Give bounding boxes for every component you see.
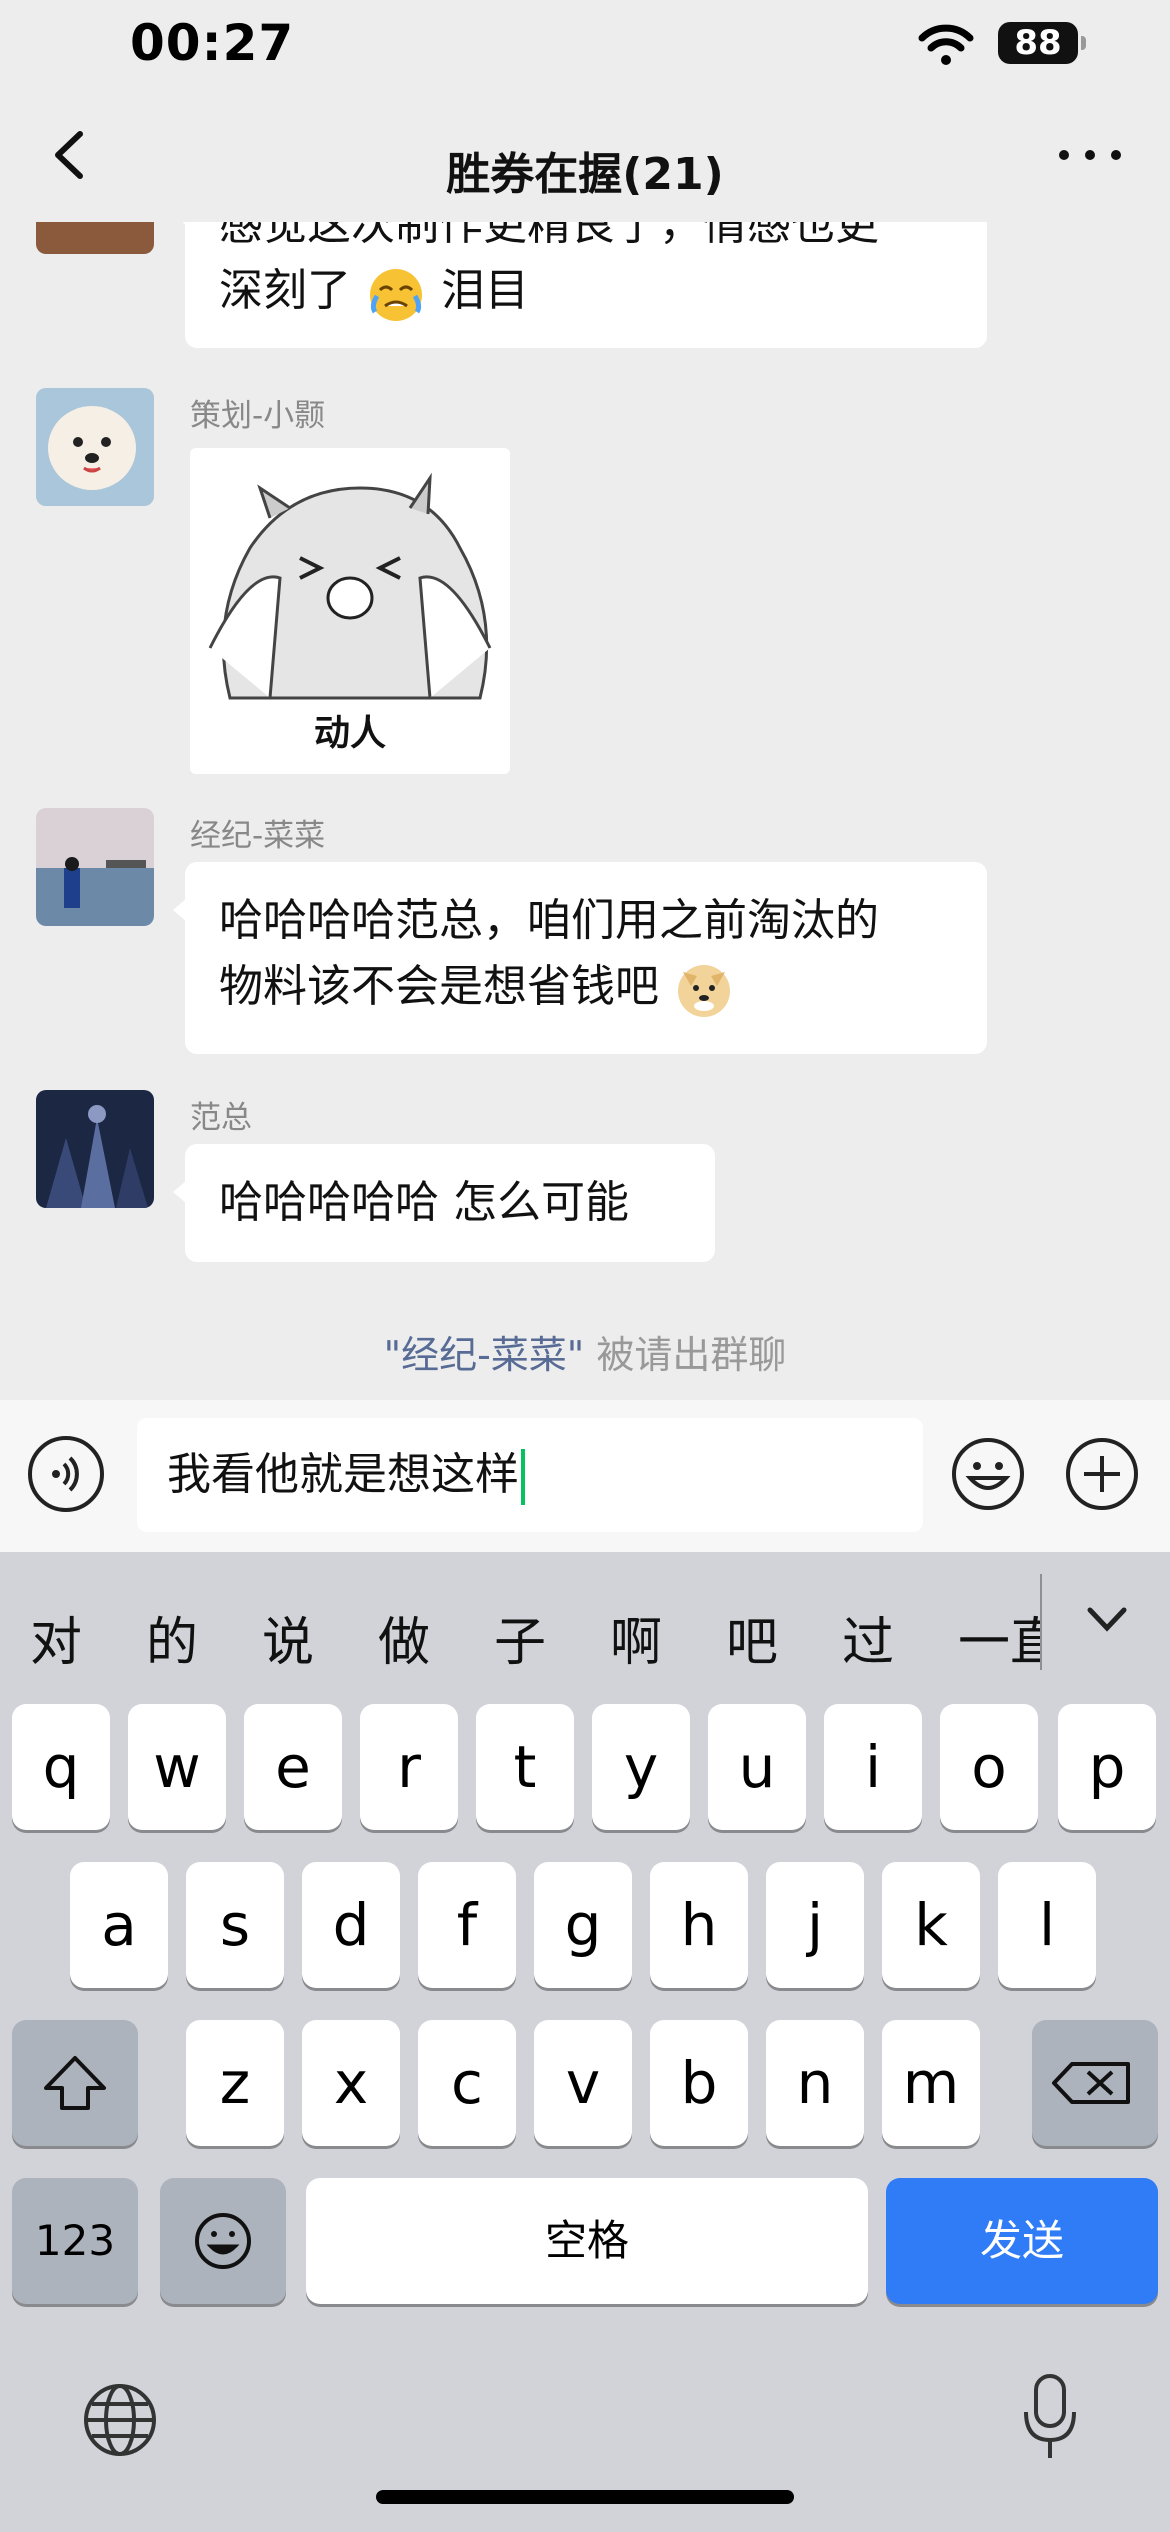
status-time: 00:27 <box>130 14 295 72</box>
candidate-word[interactable]: 一直 <box>958 1600 1040 1675</box>
home-indicator[interactable] <box>376 2490 794 2504</box>
key-j[interactable]: j <box>766 1862 864 1988</box>
key-o[interactable]: o <box>940 1704 1038 1830</box>
key-w[interactable]: w <box>128 1704 226 1830</box>
more-actions-plus-icon[interactable] <box>1064 1436 1140 1512</box>
message-text: 深刻了 <box>219 265 351 316</box>
smiley-icon <box>195 2213 251 2269</box>
key-y[interactable]: y <box>592 1704 690 1830</box>
key-s[interactable]: s <box>186 1862 284 1988</box>
key-q[interactable]: q <box>12 1704 110 1830</box>
globe-icon[interactable] <box>82 2382 158 2458</box>
key-r[interactable]: r <box>360 1704 458 1830</box>
chat-title: 胜券在握(21) <box>446 149 724 200</box>
key-l[interactable]: l <box>998 1862 1096 1988</box>
key-g[interactable]: g <box>534 1862 632 1988</box>
candidate-bar: 对 的 说 做 子 啊 吧 过 一直 <box>0 1552 1170 1702</box>
nav-bar: 胜券在握(21) <box>0 100 1170 222</box>
message-text: 哈哈哈哈哈 怎么可能 <box>219 1177 629 1228</box>
system-notice: "经纪-菜菜" 被请出群聊 <box>0 1324 1170 1379</box>
sender-name: 范总 <box>190 1100 252 1136</box>
chat-screen: 00:27 88 胜券在握(21) 感觉这次制作更精良了，情感也更 深刻了 泪目… <box>0 0 1170 2532</box>
backspace-icon <box>1052 2062 1130 2104</box>
candidate-word[interactable]: 子 <box>494 1600 546 1675</box>
mention-link[interactable]: "经纪-菜菜" <box>384 1333 585 1377</box>
candidate-word[interactable]: 对 <box>30 1600 82 1675</box>
candidate-word[interactable]: 吧 <box>726 1600 778 1675</box>
key-k[interactable]: k <box>882 1862 980 1988</box>
sender-name: 经纪-菜菜 <box>190 818 326 854</box>
message-text: 泪目 <box>441 265 529 316</box>
input-bar: 我看他就是想这样 <box>0 1400 1170 1552</box>
message-input[interactable]: 我看他就是想这样 <box>137 1418 923 1532</box>
sticker-image[interactable]: 动人 <box>190 448 510 774</box>
candidate-word[interactable]: 过 <box>842 1600 894 1675</box>
key-n[interactable]: n <box>766 2020 864 2146</box>
send-button[interactable]: 发送 <box>886 2178 1158 2304</box>
key-p[interactable]: p <box>1058 1704 1156 1830</box>
keyboard: 对 的 说 做 子 啊 吧 过 一直 q w e r t y u i o p a… <box>0 1552 1170 2532</box>
key-u[interactable]: u <box>708 1704 806 1830</box>
sticker-caption: 动人 <box>313 713 386 754</box>
key-e[interactable]: e <box>244 1704 342 1830</box>
emoji-picker-icon[interactable] <box>950 1436 1026 1512</box>
key-d[interactable]: d <box>302 1862 400 1988</box>
shift-arrow-icon <box>44 2056 106 2110</box>
wifi-icon <box>918 24 974 65</box>
more-options-icon[interactable] <box>1050 130 1130 180</box>
voice-wave-icon <box>52 1456 79 1492</box>
message-input-value: 我看他就是想这样 <box>167 1449 519 1500</box>
chevron-down-icon[interactable] <box>1082 1600 1132 1640</box>
candidate-word[interactable]: 啊 <box>610 1600 662 1675</box>
space-key[interactable]: 空格 <box>306 2178 868 2304</box>
message-bubble[interactable]: 感觉这次制作更精良了，情感也更 深刻了 泪目 <box>173 222 987 348</box>
numbers-key[interactable]: 123 <box>12 2178 138 2304</box>
candidate-word[interactable]: 做 <box>378 1600 430 1675</box>
message-bubble[interactable]: 哈哈哈哈范总，咱们用之前淘汰的 物料该不会是想省钱吧 <box>173 862 987 1054</box>
emoji-keyboard-key[interactable] <box>160 2178 286 2304</box>
key-z[interactable]: z <box>186 2020 284 2146</box>
key-b[interactable]: b <box>650 2020 748 2146</box>
message-text: 感觉这次制作更精良了，情感也更 <box>219 222 879 250</box>
movie-poster-avatar-icon <box>36 1090 154 1208</box>
avatar[interactable] <box>36 1090 154 1208</box>
key-c[interactable]: c <box>418 2020 516 2146</box>
candidate-word[interactable]: 说 <box>262 1600 314 1675</box>
key-h[interactable]: h <box>650 1862 748 1988</box>
key-f[interactable]: f <box>418 1862 516 1988</box>
key-a[interactable]: a <box>70 1862 168 1988</box>
text-caret <box>521 1449 525 1505</box>
doge-face-icon <box>678 965 730 1017</box>
backspace-key[interactable] <box>1032 2020 1158 2146</box>
message-text: 哈哈哈哈范总，咱们用之前淘汰的 <box>219 895 879 946</box>
crying-face-icon <box>370 269 422 321</box>
candidate-word[interactable]: 的 <box>146 1600 198 1675</box>
message-text: 物料该不会是想省钱吧 <box>219 961 659 1012</box>
key-m[interactable]: m <box>882 2020 980 2146</box>
key-t[interactable]: t <box>476 1704 574 1830</box>
message-bubble[interactable]: 哈哈哈哈哈 怎么可能 <box>173 1144 715 1262</box>
sender-name: 策划-小颢 <box>190 398 326 434</box>
candidate-divider <box>1040 1574 1042 1670</box>
key-v[interactable]: v <box>534 2020 632 2146</box>
message-list[interactable]: 感觉这次制作更精良了，情感也更 深刻了 泪目 策划-小颢 动人 经纪-菜菜 哈哈… <box>0 222 1170 1400</box>
key-i[interactable]: i <box>824 1704 922 1830</box>
sea-photo-avatar-icon <box>36 808 154 926</box>
voice-input-button[interactable] <box>28 1436 104 1512</box>
battery-indicator: 88 <box>998 22 1086 64</box>
avatar[interactable] <box>36 222 154 254</box>
microphone-icon[interactable] <box>1020 2372 1080 2464</box>
avatar[interactable] <box>36 388 154 506</box>
key-x[interactable]: x <box>302 2020 400 2146</box>
status-bar: 00:27 88 <box>0 0 1170 100</box>
system-notice-text: 被请出群聊 <box>584 1333 787 1377</box>
avatar[interactable] <box>36 808 154 926</box>
shift-key[interactable] <box>12 2020 138 2146</box>
dog-avatar-icon <box>36 388 154 506</box>
